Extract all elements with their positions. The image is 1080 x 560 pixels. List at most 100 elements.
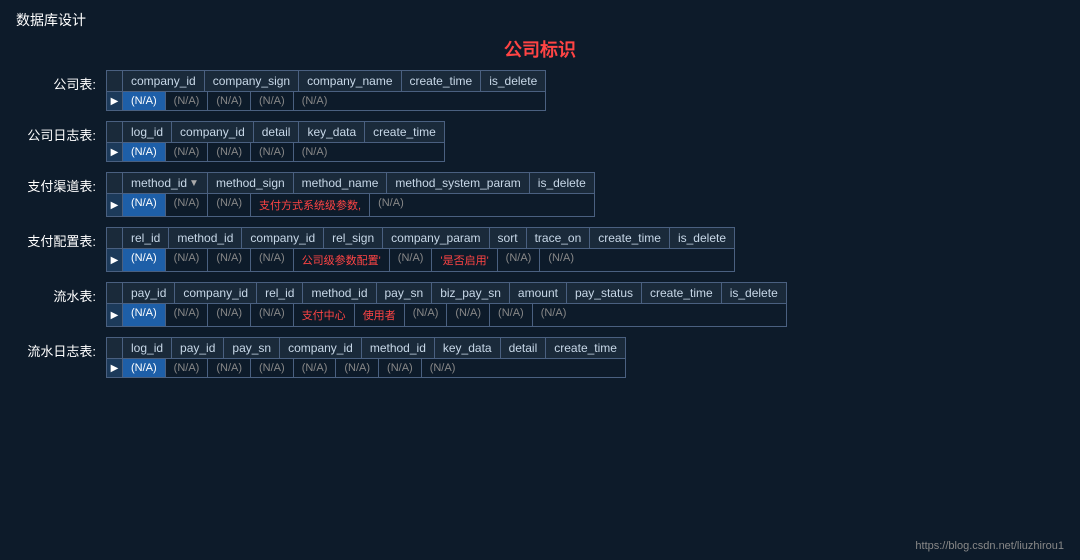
data-col-0-2: (N/A) (208, 92, 251, 110)
data-col-5-5: (N/A) (336, 359, 379, 377)
data-col-4-2: (N/A) (208, 304, 251, 326)
data-col-4-5: 使用者 (355, 304, 405, 326)
header-col-5-3: company_id (280, 338, 362, 358)
data-col-5-4: (N/A) (294, 359, 337, 377)
header-col-5-5: key_data (435, 338, 501, 358)
data-col-1-4: (N/A) (294, 143, 336, 161)
header-col-5-0: log_id (123, 338, 172, 358)
header-col-4-3: method_id (303, 283, 376, 303)
header-col-5-7: create_time (546, 338, 625, 358)
data-col-3-7: (N/A) (498, 249, 541, 271)
data-col-0-0: (N/A) (123, 92, 166, 110)
arrow-col-2: ▶ (107, 194, 123, 216)
data-col-3-4: 公司级参数配置' (294, 249, 390, 271)
header-col-0-1: company_sign (205, 71, 299, 91)
db-table-2: method_id ▼method_signmethod_namemethod_… (106, 172, 595, 217)
table-label-5: 流水日志表: (16, 337, 106, 360)
header-col-2-0: method_id ▼ (123, 173, 208, 193)
data-col-2-4: (N/A) (370, 194, 412, 216)
header-col-5-4: method_id (362, 338, 435, 358)
header-col-2-1: method_sign (208, 173, 294, 193)
data-col-2-1: (N/A) (166, 194, 209, 216)
data-col-4-0: (N/A) (123, 304, 166, 326)
arrow-col-3: ▶ (107, 249, 123, 271)
header-col-3-1: method_id (169, 228, 242, 248)
table-row-5: 流水日志表:log_idpay_idpay_sncompany_idmethod… (16, 337, 1064, 378)
table-row-1: 公司日志表:log_idcompany_iddetailkey_datacrea… (16, 121, 1064, 162)
data-col-1-3: (N/A) (251, 143, 294, 161)
data-col-2-0: (N/A) (123, 194, 166, 216)
data-col-3-1: (N/A) (166, 249, 209, 271)
db-table-3: rel_idmethod_idcompany_idrel_signcompany… (106, 227, 735, 272)
table-label-0: 公司表: (16, 70, 106, 93)
data-col-4-1: (N/A) (166, 304, 209, 326)
data-col-3-8: (N/A) (540, 249, 582, 271)
footer-url: https://blog.csdn.net/liuzhirou1 (915, 540, 1064, 552)
header-col-2-2: method_name (294, 173, 388, 193)
data-col-3-2: (N/A) (208, 249, 251, 271)
data-col-5-6: (N/A) (379, 359, 422, 377)
header-col-1-2: detail (254, 122, 300, 142)
header-col-4-6: amount (510, 283, 567, 303)
data-col-0-1: (N/A) (166, 92, 209, 110)
header-col-3-3: rel_sign (324, 228, 383, 248)
data-col-2-2: (N/A) (208, 194, 251, 216)
header-col-4-8: create_time (642, 283, 722, 303)
data-col-4-6: (N/A) (405, 304, 448, 326)
header-col-1-0: log_id (123, 122, 172, 142)
header-col-5-1: pay_id (172, 338, 224, 358)
db-table-5: log_idpay_idpay_sncompany_idmethod_idkey… (106, 337, 626, 378)
data-col-4-9: (N/A) (533, 304, 575, 326)
data-col-1-2: (N/A) (208, 143, 251, 161)
header-col-3-2: company_id (242, 228, 324, 248)
page-title: 数据库设计 (0, 0, 1080, 36)
db-table-0: company_idcompany_signcompany_namecreate… (106, 70, 546, 111)
data-col-2-3: 支付方式系统级参数, (251, 194, 370, 216)
header-col-1-3: key_data (299, 122, 365, 142)
center-title: 公司标识 (16, 36, 1064, 62)
header-col-3-7: create_time (590, 228, 670, 248)
header-col-0-4: is_delete (481, 71, 545, 91)
data-col-5-3: (N/A) (251, 359, 294, 377)
data-col-4-8: (N/A) (490, 304, 533, 326)
header-col-3-0: rel_id (123, 228, 169, 248)
header-col-2-3: method_system_param (387, 173, 529, 193)
data-col-1-1: (N/A) (166, 143, 209, 161)
data-col-3-3: (N/A) (251, 249, 294, 271)
header-col-4-7: pay_status (567, 283, 642, 303)
arrow-col-4: ▶ (107, 304, 123, 326)
header-col-2-4: is_delete (530, 173, 594, 193)
data-col-4-3: (N/A) (251, 304, 294, 326)
arrow-col-0: ▶ (107, 92, 123, 110)
data-col-5-2: (N/A) (208, 359, 251, 377)
data-col-5-0: (N/A) (123, 359, 166, 377)
data-col-5-7: (N/A) (422, 359, 464, 377)
header-col-4-0: pay_id (123, 283, 175, 303)
table-row-2: 支付渠道表:method_id ▼method_signmethod_namem… (16, 172, 1064, 217)
table-row-3: 支付配置表:rel_idmethod_idcompany_idrel_signc… (16, 227, 1064, 272)
data-col-3-0: (N/A) (123, 249, 166, 271)
db-table-4: pay_idcompany_idrel_idmethod_idpay_snbiz… (106, 282, 787, 327)
data-col-4-4: 支付中心 (294, 304, 355, 326)
data-col-3-5: (N/A) (390, 249, 433, 271)
header-col-0-2: company_name (299, 71, 401, 91)
data-col-3-6: '是否启用' (432, 249, 497, 271)
header-col-3-5: sort (490, 228, 527, 248)
header-col-0-3: create_time (402, 71, 482, 91)
header-col-4-4: pay_sn (377, 283, 433, 303)
header-col-4-5: biz_pay_sn (432, 283, 510, 303)
data-col-1-0: (N/A) (123, 143, 166, 161)
arrow-col-5: ▶ (107, 359, 123, 377)
header-col-4-2: rel_id (257, 283, 303, 303)
db-table-1: log_idcompany_iddetailkey_datacreate_tim… (106, 121, 445, 162)
header-col-3-8: is_delete (670, 228, 734, 248)
header-col-3-4: company_param (383, 228, 489, 248)
header-col-0-0: company_id (123, 71, 205, 91)
table-label-3: 支付配置表: (16, 227, 106, 250)
data-col-4-7: (N/A) (447, 304, 490, 326)
data-col-0-4: (N/A) (294, 92, 336, 110)
data-col-0-3: (N/A) (251, 92, 294, 110)
header-col-5-2: pay_sn (224, 338, 280, 358)
table-label-2: 支付渠道表: (16, 172, 106, 195)
table-label-4: 流水表: (16, 282, 106, 305)
